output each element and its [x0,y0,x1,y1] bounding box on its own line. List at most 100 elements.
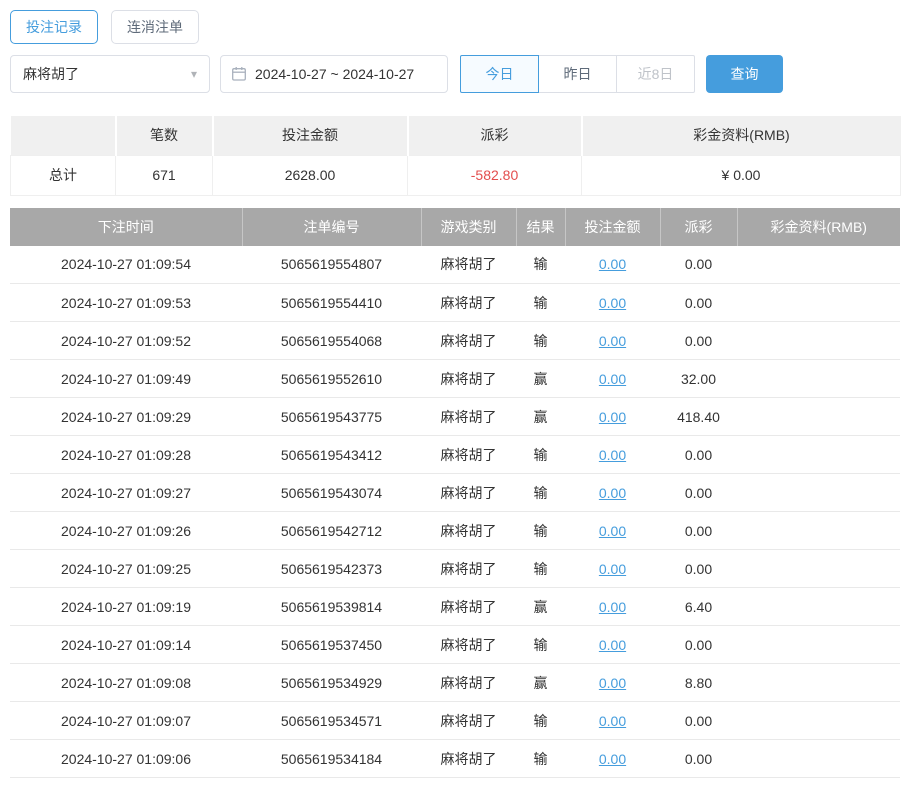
bet-amount-cell: 0.00 [565,398,660,436]
bet-table-header-row: 下注时间 注单编号 游戏类别 结果 投注金额 派彩 彩金资料(RMB) [10,208,900,246]
order-id-cell: 5065619534571 [242,702,421,740]
bet-amount-cell: 0.00 [565,322,660,360]
bet-amount-link[interactable]: 0.00 [599,371,626,387]
summary-header-empty [11,116,116,155]
bet-time-cell: 2024-10-27 01:09:29 [10,398,242,436]
game-type-cell: 麻将胡了 [421,360,516,398]
date-range-input[interactable]: 2024-10-27 ~ 2024-10-27 [220,55,448,93]
header-result: 结果 [516,208,565,246]
calendar-icon [231,66,247,82]
bet-amount-link[interactable]: 0.00 [599,675,626,691]
result-cell: 赢 [516,588,565,626]
last-8-days-button[interactable]: 近8日 [616,55,695,93]
tab-betting-records[interactable]: 投注记录 [10,10,98,44]
result-cell: 输 [516,474,565,512]
summary-total-count: 671 [116,155,213,195]
bet-table-body: 2024-10-27 01:09:545065619554807麻将胡了输0.0… [10,246,900,778]
summary-total-bet-amount: 2628.00 [213,155,408,195]
header-order-id: 注单编号 [242,208,421,246]
jackpot-cell [737,626,900,664]
game-type-cell: 麻将胡了 [421,550,516,588]
payout-cell: 0.00 [660,550,737,588]
header-bet-time: 下注时间 [10,208,242,246]
header-payout: 派彩 [660,208,737,246]
bet-time-cell: 2024-10-27 01:09:49 [10,360,242,398]
bet-time-cell: 2024-10-27 01:09:53 [10,284,242,322]
tab-cancelled-orders[interactable]: 连消注单 [111,10,199,44]
game-select[interactable]: 麻将胡了 ▾ [10,55,210,93]
bet-time-cell: 2024-10-27 01:09:25 [10,550,242,588]
chevron-down-icon: ▾ [191,67,197,81]
query-button[interactable]: 查询 [706,55,783,93]
summary-total-row: 总计 671 2628.00 -582.80 ¥ 0.00 [11,155,901,195]
header-bet-amount: 投注金额 [565,208,660,246]
filter-bar: 麻将胡了 ▾ 2024-10-27 ~ 2024-10-27 今日 昨日 近8日… [10,55,900,93]
table-row: 2024-10-27 01:09:145065619537450麻将胡了输0.0… [10,626,900,664]
bet-time-cell: 2024-10-27 01:09:14 [10,626,242,664]
order-id-cell: 5065619534929 [242,664,421,702]
bet-time-cell: 2024-10-27 01:09:19 [10,588,242,626]
result-cell: 赢 [516,360,565,398]
game-type-cell: 麻将胡了 [421,626,516,664]
bet-amount-link[interactable]: 0.00 [599,409,626,425]
result-cell: 输 [516,322,565,360]
jackpot-cell [737,360,900,398]
top-tabs: 投注记录 连消注单 [10,10,900,44]
bet-amount-link[interactable]: 0.00 [599,333,626,349]
table-row: 2024-10-27 01:09:265065619542712麻将胡了输0.0… [10,512,900,550]
jackpot-cell [737,550,900,588]
payout-cell: 0.00 [660,474,737,512]
bet-amount-link[interactable]: 0.00 [599,256,626,272]
bet-time-cell: 2024-10-27 01:09:28 [10,436,242,474]
table-row: 2024-10-27 01:09:285065619543412麻将胡了输0.0… [10,436,900,474]
game-type-cell: 麻将胡了 [421,702,516,740]
order-id-cell: 5065619537450 [242,626,421,664]
bet-amount-link[interactable]: 0.00 [599,637,626,653]
payout-cell: 0.00 [660,246,737,284]
header-game-type: 游戏类别 [421,208,516,246]
payout-cell: 0.00 [660,322,737,360]
header-jackpot: 彩金资料(RMB) [737,208,900,246]
summary-header-count: 笔数 [116,116,213,155]
game-type-cell: 麻将胡了 [421,436,516,474]
bet-amount-cell: 0.00 [565,246,660,284]
result-cell: 赢 [516,664,565,702]
payout-cell: 32.00 [660,360,737,398]
bet-amount-link[interactable]: 0.00 [599,295,626,311]
date-range-value: 2024-10-27 ~ 2024-10-27 [255,66,414,82]
game-type-cell: 麻将胡了 [421,664,516,702]
game-type-cell: 麻将胡了 [421,284,516,322]
bet-amount-link[interactable]: 0.00 [599,447,626,463]
bet-amount-link[interactable]: 0.00 [599,599,626,615]
jackpot-cell [737,512,900,550]
payout-cell: 8.80 [660,664,737,702]
table-row: 2024-10-27 01:09:295065619543775麻将胡了赢0.0… [10,398,900,436]
summary-table: 笔数 投注金额 派彩 彩金资料(RMB) 总计 671 2628.00 -582… [10,116,901,196]
table-row: 2024-10-27 01:09:255065619542373麻将胡了输0.0… [10,550,900,588]
yesterday-button[interactable]: 昨日 [538,55,617,93]
game-type-cell: 麻将胡了 [421,322,516,360]
result-cell: 输 [516,702,565,740]
bet-time-cell: 2024-10-27 01:09:07 [10,702,242,740]
result-cell: 输 [516,436,565,474]
bet-amount-link[interactable]: 0.00 [599,713,626,729]
order-id-cell: 5065619543775 [242,398,421,436]
summary-header-row: 笔数 投注金额 派彩 彩金资料(RMB) [11,116,901,155]
jackpot-cell [737,474,900,512]
bet-amount-link[interactable]: 0.00 [599,561,626,577]
bet-time-cell: 2024-10-27 01:09:27 [10,474,242,512]
summary-header-bet-amount: 投注金额 [213,116,408,155]
table-row: 2024-10-27 01:09:535065619554410麻将胡了输0.0… [10,284,900,322]
jackpot-cell [737,588,900,626]
result-cell: 输 [516,284,565,322]
game-type-cell: 麻将胡了 [421,512,516,550]
bet-amount-link[interactable]: 0.00 [599,523,626,539]
today-button[interactable]: 今日 [460,55,539,93]
jackpot-cell [737,284,900,322]
bet-amount-cell: 0.00 [565,474,660,512]
bet-amount-cell: 0.00 [565,626,660,664]
game-type-cell: 麻将胡了 [421,398,516,436]
summary-total-label: 总计 [11,155,116,195]
table-row: 2024-10-27 01:09:075065619534571麻将胡了输 0.0… [10,702,900,740]
bet-amount-link[interactable]: 0.00 [599,485,626,501]
